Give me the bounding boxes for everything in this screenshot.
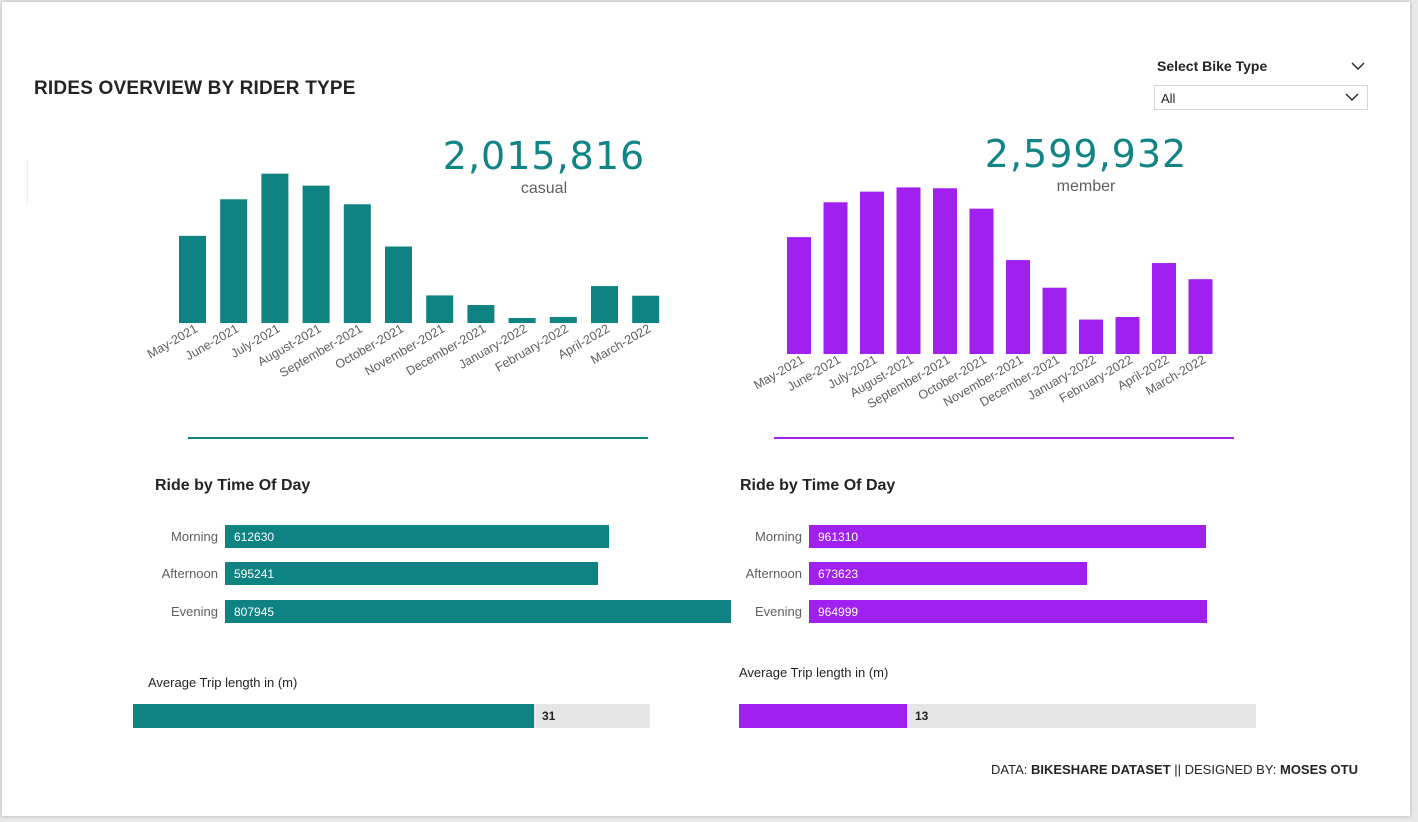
dropdown-selected-value: All	[1161, 91, 1176, 106]
time-of-day-value: 612630	[234, 530, 275, 544]
visual-edge-mark	[27, 160, 28, 204]
casual-divider	[188, 437, 648, 439]
time-of-day-bar: 964999	[809, 600, 1207, 623]
member-kpi-value: 2,599,932	[984, 132, 1188, 176]
time-of-day-row: Evening 964999	[722, 600, 1418, 623]
time-of-day-row: Afternoon 673623	[722, 562, 1418, 585]
month-bar	[343, 204, 371, 323]
page-title: RIDES OVERVIEW BY RIDER TYPE	[34, 78, 356, 99]
time-of-day-bar: 961310	[809, 525, 1206, 548]
footer-designer: MOSES OTU	[1279, 762, 1358, 777]
month-bar	[860, 191, 884, 354]
time-of-day-value: 595241	[234, 567, 275, 581]
casual-avg-trip-value: 31	[542, 709, 556, 723]
time-of-day-row: Morning 961310	[722, 525, 1418, 548]
time-of-day-label: Afternoon	[745, 566, 802, 581]
casual-avg-trip-fill	[133, 704, 534, 728]
time-of-day-label: Morning	[171, 529, 218, 544]
casual-time-of-day-title: Ride by Time Of Day	[155, 477, 311, 494]
chevron-down-icon	[1345, 93, 1359, 101]
casual-avg-trip-gauge: 31	[133, 704, 650, 728]
month-bar	[896, 187, 921, 354]
month-bar	[220, 199, 248, 323]
month-bar	[591, 286, 618, 323]
month-bar	[1079, 319, 1103, 354]
footer-middle: || DESIGNED BY:	[1170, 762, 1280, 777]
time-of-day-bar: 673623	[809, 562, 1087, 585]
month-bar	[1006, 260, 1030, 354]
time-of-day-value: 673623	[818, 567, 859, 581]
slicer-title: Select Bike Type	[1157, 58, 1268, 74]
month-bar	[823, 202, 848, 354]
time-of-day-value: 961310	[818, 530, 859, 544]
time-of-day-label: Afternoon	[161, 566, 218, 581]
month-bar	[426, 295, 454, 323]
month-bar	[385, 246, 412, 323]
casual-avg-trip-title: Average Trip length in (m)	[148, 675, 298, 690]
month-bar	[179, 235, 206, 323]
time-of-day-bar: 595241	[225, 562, 598, 585]
month-bar	[1115, 317, 1140, 354]
month-bar	[1152, 263, 1176, 354]
member-avg-trip-gauge: 13	[739, 704, 1256, 728]
member-monthly-chart: May-2021June-2021July-2021August-2021Sep…	[751, 187, 1213, 411]
chevron-down-icon[interactable]	[1348, 56, 1368, 76]
month-bar	[1042, 287, 1067, 354]
footer-data-source: BIKESHARE DATASET	[1031, 762, 1171, 777]
member-time-of-day-title: Ride by Time Of Day	[740, 477, 896, 494]
footer-credits: DATA: BIKESHARE DATASET || DESIGNED BY: …	[991, 762, 1358, 777]
month-bar	[969, 208, 994, 354]
footer-prefix: DATA:	[991, 762, 1031, 777]
month-bar	[632, 295, 660, 323]
time-of-day-label: Evening	[171, 604, 218, 619]
time-of-day-label: Morning	[755, 529, 802, 544]
month-bar	[302, 185, 330, 323]
month-bar	[261, 173, 289, 323]
member-divider	[774, 437, 1234, 439]
time-of-day-bar: 807945	[225, 600, 731, 623]
time-of-day-label: Evening	[755, 604, 802, 619]
bike-type-dropdown[interactable]: All	[1154, 85, 1368, 110]
time-of-day-bar: 612630	[225, 525, 609, 548]
time-of-day-value: 807945	[234, 605, 275, 619]
member-avg-trip-value: 13	[915, 709, 929, 723]
member-avg-trip-fill	[739, 704, 907, 728]
report-canvas: RIDES OVERVIEW BY RIDER TYPE Select Bike…	[2, 2, 1410, 816]
casual-monthly-chart: May-2021June-2021July-2021August-2021Sep…	[145, 173, 660, 380]
month-bar	[467, 305, 495, 323]
month-bar	[933, 188, 957, 354]
month-bar	[787, 237, 811, 354]
month-bar	[1188, 279, 1213, 354]
time-of-day-value: 964999	[818, 605, 859, 619]
member-avg-trip-title: Average Trip length in (m)	[739, 665, 889, 680]
